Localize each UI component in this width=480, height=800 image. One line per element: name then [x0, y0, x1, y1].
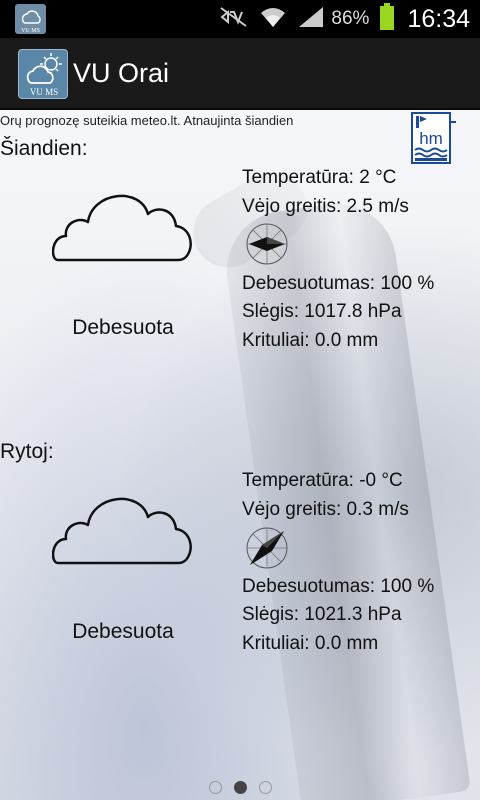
signal-icon	[297, 5, 325, 34]
action-bar: VU MS VU Orai	[0, 38, 480, 110]
logo-text: VU MS	[30, 87, 58, 97]
tomorrow-title: Rytoj:	[0, 440, 54, 463]
tomorrow-condition: Debesuota	[72, 620, 174, 643]
cloudy-icon	[52, 497, 192, 565]
tomorrow-pressure: Slėgis: 1021.3 hPa	[242, 604, 402, 625]
clock: 16:34	[407, 4, 470, 33]
svg-text:hm: hm	[419, 129, 443, 148]
page-dot[interactable]	[258, 780, 272, 794]
wifi-icon	[259, 5, 287, 34]
today-temperature: Temperatūra: 2 °C	[242, 167, 397, 188]
mute-icon	[219, 5, 249, 34]
tomorrow-temperature: Temperatūra: -0 °C	[242, 470, 403, 491]
app-logo[interactable]: VU MS	[18, 49, 68, 99]
wind-direction-icon	[246, 527, 288, 569]
wind-direction-icon	[246, 223, 288, 265]
today-title: Šiandien:	[0, 137, 88, 160]
page-dot-active[interactable]	[233, 780, 247, 794]
app-title: VU Orai	[73, 58, 170, 88]
tomorrow-precipitation: Krituliai: 0.0 mm	[242, 633, 379, 654]
today-pressure: Slėgis: 1017.8 hPa	[242, 301, 402, 322]
hm-logo[interactable]: hm	[411, 112, 457, 164]
vu-ms-notification-icon: VU MS	[15, 4, 46, 34]
page-dot[interactable]	[208, 780, 222, 794]
today-wind-speed: Vėjo greitis: 2.5 m/s	[242, 196, 409, 217]
page-indicator[interactable]	[0, 777, 480, 797]
battery-icon	[379, 2, 395, 36]
cloudy-icon	[52, 194, 192, 262]
source-text: Orų prognozę suteikia meteo.lt. Atnaujin…	[0, 113, 294, 128]
today-cloudiness: Debesuotumas: 100 %	[242, 273, 435, 294]
tomorrow-wind-speed: Vėjo greitis: 0.3 m/s	[242, 499, 409, 520]
forecast-page[interactable]: Orų prognozę suteikia meteo.lt. Atnaujin…	[0, 110, 480, 800]
svg-text:VU MS: VU MS	[21, 28, 40, 34]
today-condition: Debesuota	[72, 316, 174, 339]
tomorrow-cloudiness: Debesuotumas: 100 %	[242, 576, 435, 597]
battery-percentage: 86%	[331, 8, 370, 29]
status-bar: VU MS 86% 16:34	[0, 0, 480, 38]
today-precipitation: Krituliai: 0.0 mm	[242, 330, 379, 351]
